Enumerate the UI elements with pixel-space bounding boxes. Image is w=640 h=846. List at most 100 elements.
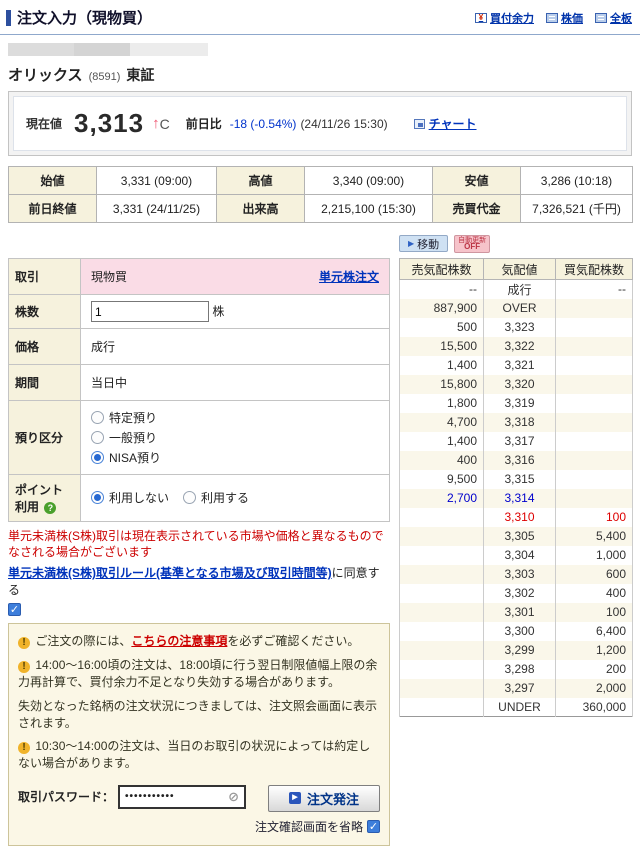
order-book-sell-cell [399,564,484,584]
order-book-price-cell: 3,317 [483,431,556,451]
order-book-price-cell: 3,299 [483,640,556,660]
full-board-icon [595,12,607,23]
caution-link[interactable]: こちらの注意事項 [131,634,227,648]
point-use-label: ポイント 利用 ? [8,474,81,522]
note-line-4: ! 10:30～14:00の注文は、当日のお取引の状況によっては約定しない場合が… [18,739,371,771]
order-book-buy-cell [555,469,633,489]
order-book-price-cell: 3,297 [483,678,556,698]
order-book-buy-cell: 600 [555,564,633,584]
change-label: 前日比 [185,117,222,131]
order-book-buy-cell [555,374,633,394]
order-book-buy-cell [555,431,633,451]
title-accent-bar [6,9,11,26]
order-book-buy-cell [555,488,633,508]
deposit-type-label: 預り区分 [8,400,81,475]
order-book-row: 3,305 5,400 [399,526,633,546]
place-order-button[interactable]: ▶ 注文発注 [268,784,380,812]
order-book-row: 500 3,323 [399,317,633,337]
move-button[interactable]: ▶ 移動 [399,235,449,252]
order-book-sell-cell [399,678,484,698]
buying-power-icon: ¥ [475,12,487,23]
stock-price-icon [546,12,558,23]
radio-icon[interactable] [91,411,104,424]
radio-option[interactable]: NISA預り [91,449,379,466]
order-book-row: -- 成行 -- [399,279,633,299]
odd-lot-order-link[interactable]: 単元株注文 [319,268,379,285]
order-book-price-cell: 3,321 [483,355,556,375]
order-book-panel: ▶ 移動 自動更新 OFF 売気配株数 気配値 買気配株数 -- 成行 -- 887,… [399,233,633,846]
radio-label: NISA預り [109,451,162,465]
buy-qty-header: 買気配株数 [555,258,633,280]
order-book-price-cell: 3,310 [483,507,556,527]
radio-option[interactable]: 利用しない [91,489,169,506]
order-book-sell-cell [399,545,484,565]
page-title: 注文入力（現物買） [17,10,153,27]
order-book-buy-cell [555,298,633,318]
chart-link[interactable]: チャート [413,115,477,132]
sell-qty-header: 売気配株数 [399,258,484,280]
order-book-sell-cell: 9,500 [399,469,484,489]
turnover-label: 売買代金 [432,194,521,223]
radio-icon[interactable] [183,491,197,504]
trade-rule-link[interactable]: 単元未満株(S株)取引ルール(基準となる市場及び取引時間等) [8,566,332,580]
stock-code: (8591) [88,71,121,83]
order-book-row: 3,302 400 [399,583,633,603]
change-time: (24/11/26 15:30) [300,116,388,131]
radio-icon[interactable] [91,431,104,444]
order-book-row: 887,900 OVER [399,298,633,318]
period-value: 当日中 [80,364,390,401]
quantity-input[interactable] [91,301,209,322]
note-line-1: ! ご注文の際には、こちらの注意事項を必ずご確認ください。 [18,633,380,650]
play-icon: ▶ [288,792,301,805]
help-icon[interactable]: ? [44,502,57,514]
order-book-sell-cell [399,602,484,622]
order-book-buy-cell: 100 [555,507,633,527]
radio-option[interactable]: 特定預り [91,409,379,426]
order-book-row: 400 3,316 [399,450,633,470]
password-label: 取引パスワード： [18,790,115,805]
auto-update-off-button[interactable]: 自動更新 OFF [454,234,491,253]
volume-value: 2,215,100 (15:30) [304,194,433,223]
order-book-row: 3,303 600 [399,564,633,584]
radio-option[interactable]: 一般預り [91,429,379,446]
full-board-link[interactable]: 全板 [595,10,632,26]
stock-price-link[interactable]: 株価 [546,10,583,26]
change-value: -18 (-0.54%) [229,116,297,131]
skip-confirm-checkbox[interactable] [367,819,380,833]
order-book-sell-cell [399,526,484,546]
order-book-price-cell: 3,318 [483,412,556,432]
order-book-buy-cell [555,317,633,337]
price-label: 価格 [8,328,81,365]
quote-price-header: 気配値 [483,258,556,280]
order-book-row: 9,500 3,315 [399,469,633,489]
trade-password-input[interactable]: ••••••••••• ⊘ [118,784,247,809]
high-label: 高値 [216,166,305,195]
order-book-buy-cell: 2,000 [555,678,633,698]
order-book-sell-cell: 15,500 [399,336,484,356]
order-book-price-cell: 3,302 [483,583,556,603]
radio-selected-icon[interactable] [91,491,104,504]
prev-close-label: 前日終値 [8,194,97,223]
radio-label: 特定預り [109,411,158,425]
order-book-body: -- 成行 -- 887,900 OVER 500 3,323 15,500 3,322 1,40… [399,279,633,717]
radio-option[interactable]: 利用する [183,489,249,506]
close-tick-flag: C [159,115,170,132]
eye-off-icon[interactable]: ⊘ [228,789,239,805]
order-book-row: 3,300 6,400 [399,621,633,641]
volume-label: 出来高 [216,194,305,223]
buying-power-link[interactable]: ¥ 買付余力 [475,10,534,26]
tick-up-arrow-icon: ↑ [152,115,160,132]
order-book-buy-cell [555,450,633,470]
order-book-row: 2,700 3,314 [399,488,633,508]
order-book-price-cell: 3,319 [483,393,556,413]
agree-checkbox[interactable] [8,603,21,617]
stock-market: 東証 [126,67,155,83]
order-book-buy-cell: 100 [555,602,633,622]
order-book-row: UNDER 360,000 [399,697,633,717]
order-book-row: 4,700 3,318 [399,412,633,432]
trade-label: 取引 [8,258,81,295]
order-book-sell-cell: 887,900 [399,298,484,318]
odd-lot-warning-text: 単元未満株(S株)取引は現在表示されている市場や価格と異なるものでなされる場合が… [8,529,384,560]
radio-selected-icon[interactable] [91,451,104,464]
price-summary-table: 始値 3,331 (09:00) 高値 3,340 (09:00) 安値 3,2… [8,166,633,223]
